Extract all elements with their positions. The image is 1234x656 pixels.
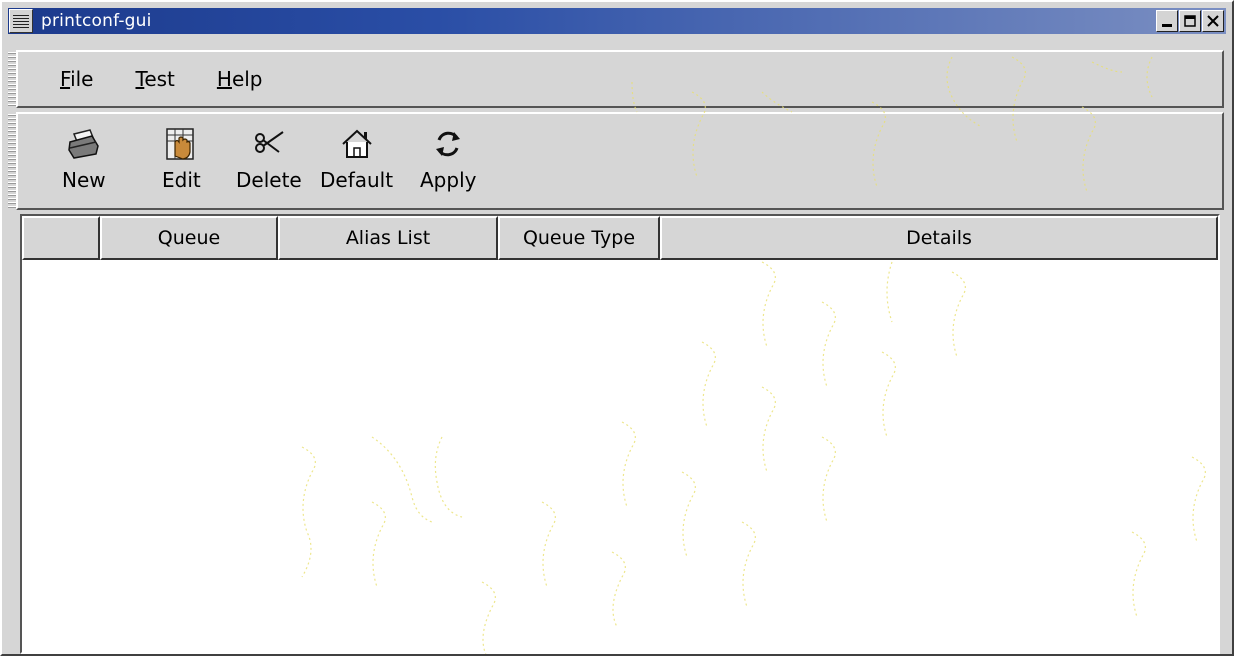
printer-queue-table: Queue Alias List Queue Type Details [20, 214, 1220, 654]
window-menu-icon[interactable] [9, 9, 33, 33]
edit-hand-icon [166, 128, 195, 160]
edit-button-label: Edit [162, 168, 201, 192]
apply-button-label: Apply [420, 168, 477, 192]
column-header-queue[interactable]: Queue [100, 216, 278, 260]
menu-file[interactable]: File [60, 67, 93, 91]
home-icon [341, 129, 372, 158]
menu-test-label: est [144, 67, 175, 91]
column-header-default[interactable] [22, 216, 100, 260]
printer-icon [68, 129, 99, 159]
toolbar-grip-handle[interactable] [8, 114, 16, 208]
delete-button[interactable]: Delete [236, 126, 302, 192]
default-button[interactable]: Default [320, 126, 393, 192]
column-header-alias-list[interactable]: Alias List [278, 216, 498, 260]
menu-help-mnemonic: H [216, 67, 232, 91]
default-button-label: Default [320, 168, 394, 192]
refresh-icon [436, 131, 461, 157]
new-button[interactable]: New [62, 126, 106, 192]
menubar-grip-handle[interactable] [8, 52, 16, 106]
new-button-label: New [62, 168, 106, 192]
maximize-icon [1184, 15, 1196, 27]
menu-help-label: elp [231, 67, 263, 91]
close-button[interactable] [1202, 10, 1224, 32]
edit-button[interactable]: Edit [162, 126, 201, 192]
menu-test[interactable]: Test [135, 67, 174, 91]
menu-file-mnemonic: F [60, 67, 71, 91]
menu-bar: File Test Help [8, 50, 1224, 108]
window-title: printconf-gui [41, 11, 152, 31]
table-header: Queue Alias List Queue Type Details [22, 216, 1218, 260]
menu-file-label: ile [70, 67, 94, 91]
scissors-icon [254, 131, 284, 153]
maximize-button[interactable] [1179, 10, 1201, 32]
table-body[interactable] [22, 260, 1218, 652]
apply-button[interactable]: Apply [420, 126, 476, 192]
minimize-button[interactable] [1156, 10, 1178, 32]
printconf-window: printconf-gui File Test Help New Edit De… [0, 0, 1234, 656]
close-icon [1207, 15, 1219, 27]
menu-test-mnemonic: T [135, 67, 145, 91]
toolbar: New Edit Delete Default Apply [8, 112, 1224, 210]
title-bar[interactable]: printconf-gui [8, 8, 1226, 34]
menu-help[interactable]: Help [217, 67, 263, 91]
column-header-queue-type[interactable]: Queue Type [498, 216, 660, 260]
minimize-icon [1162, 24, 1172, 27]
delete-button-label: Delete [236, 168, 302, 192]
column-header-details[interactable]: Details [660, 216, 1218, 260]
